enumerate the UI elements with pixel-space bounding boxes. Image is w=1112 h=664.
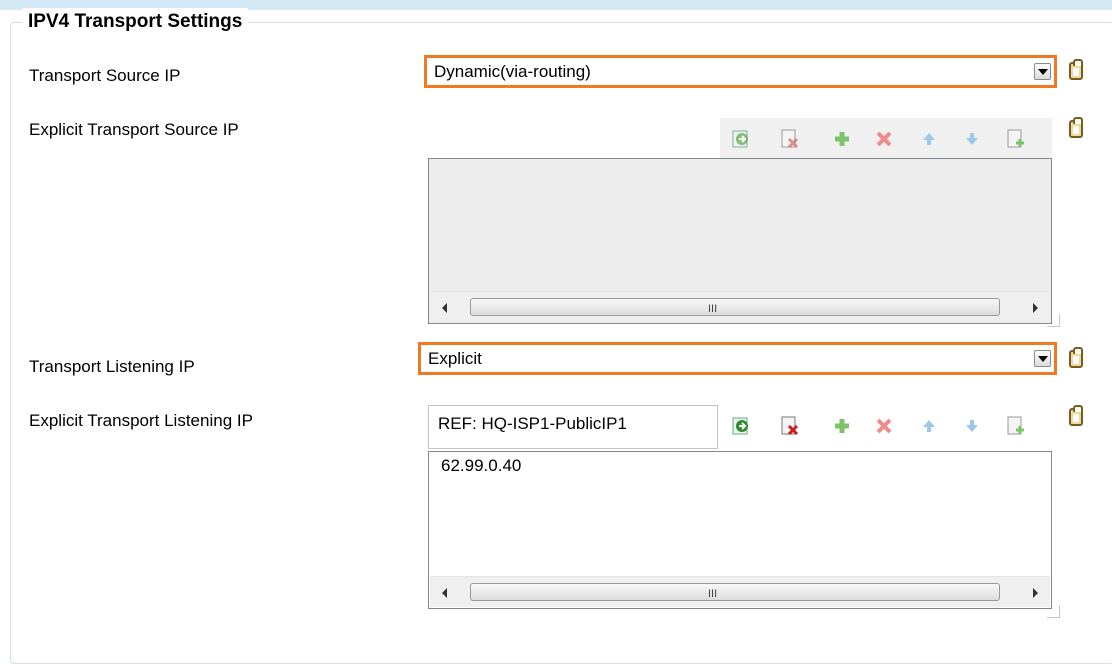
transport-source-ip-select[interactable]: Dynamic(via-routing) (424, 55, 1057, 88)
resize-grip[interactable] (1047, 314, 1060, 327)
clipboard-icon[interactable] (1069, 405, 1083, 426)
delete-list-icon[interactable] (778, 414, 802, 438)
transport-source-ip-label: Transport Source IP (29, 66, 181, 85)
scrollbar-thumb[interactable]: III (470, 298, 1000, 316)
transport-listening-ip-value: Explicit (428, 349, 482, 368)
remove-icon[interactable] (872, 127, 896, 151)
add-icon[interactable] (830, 414, 854, 438)
add-from-list-icon[interactable] (1004, 414, 1028, 438)
chevron-down-icon[interactable] (1034, 350, 1051, 367)
scroll-right-icon[interactable] (1033, 588, 1038, 598)
delete-list-icon[interactable] (778, 127, 802, 151)
explicit-listening-ip-list[interactable]: 62.99.0.40 III (428, 451, 1052, 609)
add-icon[interactable] (830, 127, 854, 151)
group-title: IPV4 Transport Settings (22, 8, 249, 36)
add-from-list-icon[interactable] (1004, 127, 1028, 151)
chevron-down-icon[interactable] (1034, 63, 1051, 80)
move-down-icon[interactable] (960, 414, 984, 438)
remove-icon[interactable] (872, 414, 896, 438)
clipboard-icon[interactable] (1069, 59, 1083, 80)
move-up-icon[interactable] (917, 414, 941, 438)
resize-grip[interactable] (1047, 605, 1060, 618)
explicit-transport-listening-ip-label: Explicit Transport Listening IP (29, 411, 253, 430)
transport-source-ip-value: Dynamic(via-routing) (434, 62, 591, 81)
list-item[interactable]: 62.99.0.40 (441, 456, 521, 476)
source-ip-toolbar (720, 118, 1052, 158)
scroll-right-icon[interactable] (1033, 303, 1038, 313)
go-to-reference-icon[interactable] (730, 127, 754, 151)
clipboard-icon[interactable] (1069, 347, 1083, 368)
explicit-source-ip-list[interactable]: III (428, 158, 1052, 324)
listening-ip-reference-input[interactable]: REF: HQ-ISP1-PublicIP1 (428, 405, 718, 449)
scrollbar-grip: III (708, 588, 718, 600)
clipboard-icon[interactable] (1069, 117, 1083, 138)
scrollbar-grip: III (708, 303, 718, 315)
horizontal-scrollbar[interactable]: III (430, 576, 1050, 607)
move-down-icon[interactable] (960, 127, 984, 151)
go-to-reference-icon[interactable] (730, 414, 754, 438)
horizontal-scrollbar[interactable]: III (430, 291, 1050, 322)
scroll-left-icon[interactable] (442, 303, 447, 313)
listening-ip-toolbar (720, 405, 1052, 445)
explicit-transport-source-ip-label: Explicit Transport Source IP (29, 120, 239, 139)
transport-listening-ip-label: Transport Listening IP (29, 357, 195, 376)
move-up-icon[interactable] (917, 127, 941, 151)
scroll-left-icon[interactable] (442, 588, 447, 598)
scrollbar-thumb[interactable]: III (470, 583, 1000, 601)
transport-listening-ip-select[interactable]: Explicit (418, 342, 1057, 375)
